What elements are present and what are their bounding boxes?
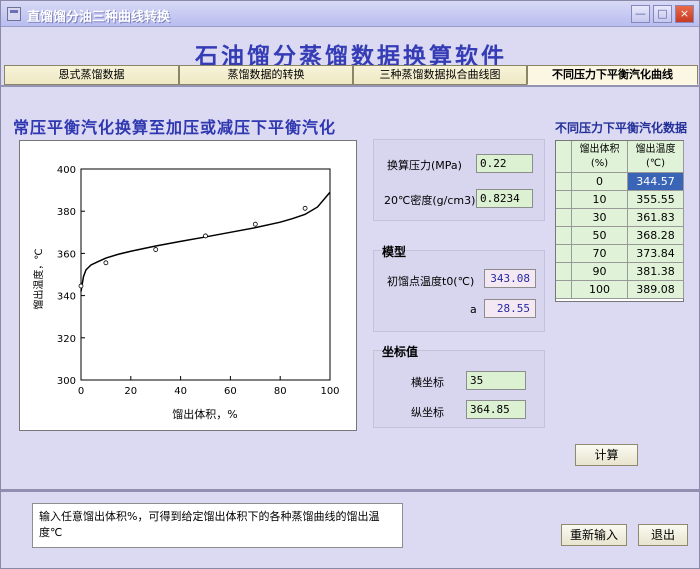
fitted-curve-line	[80, 191, 331, 292]
y-tick-label: 360	[57, 249, 76, 260]
data-point-marker	[78, 283, 84, 289]
table-title: 不同压力下平衡汽化数据	[555, 121, 688, 135]
plot-frame	[80, 168, 331, 381]
data-point-marker	[203, 233, 208, 239]
col-header-temperature: 馏出温度 (℃)	[628, 141, 684, 173]
tab-engler-distillation[interactable]: 恩式蒸馏数据	[4, 65, 179, 85]
a-value: 28.55	[484, 299, 536, 318]
exit-button[interactable]: 退出	[638, 524, 688, 546]
cell-volume[interactable]: 100	[572, 281, 628, 299]
window-title: 直馏馏分油三种曲线转换	[27, 10, 171, 25]
x-coordinate-input[interactable]: 35	[466, 371, 526, 390]
table-corner	[556, 141, 572, 173]
y-tick-label: 300	[57, 376, 76, 387]
cell-volume[interactable]: 70	[572, 245, 628, 263]
tab-divider	[1, 85, 700, 87]
x-tick-label: 100	[320, 386, 339, 397]
title-bar: 直馏馏分油三种曲线转换 — □ ×	[1, 1, 699, 27]
coordinate-group-title: 坐标值	[382, 345, 419, 359]
row-header[interactable]	[556, 173, 572, 191]
cell-temperature[interactable]: 355.55	[628, 191, 684, 209]
t0-value: 343.08	[484, 269, 536, 288]
tab-fit-curves[interactable]: 三种蒸馏数据拟合曲线图	[353, 65, 527, 85]
model-group-title: 模型	[382, 245, 407, 259]
col-header-temperature-line2: (℃)	[645, 158, 666, 169]
data-point-marker	[302, 205, 308, 211]
x-tick-label: 20	[124, 386, 137, 397]
flash-data-table: 馏出体积 (%) 馏出温度 (℃) 0 344.57 10 355.55 30 …	[555, 140, 684, 302]
data-point-marker	[103, 260, 109, 266]
x-tick-label: 80	[274, 386, 287, 397]
app-icon	[7, 7, 21, 21]
col-header-temperature-line1: 馏出温度	[635, 144, 676, 155]
pressure-input[interactable]: 0.22	[476, 154, 533, 173]
col-header-volume-line2: (%)	[590, 158, 609, 169]
bottom-divider	[1, 489, 700, 492]
coordinate-group: 横坐标 35 纵坐标 364.85	[373, 350, 545, 428]
cell-temperature[interactable]: 373.84	[628, 245, 684, 263]
row-header[interactable]	[556, 281, 572, 299]
a-label: a	[470, 303, 477, 316]
close-button[interactable]: ×	[675, 5, 694, 23]
x-tick-label: 0	[78, 386, 84, 397]
row-header[interactable]	[556, 263, 572, 281]
x-axis-label: 馏出体积，%	[172, 407, 237, 421]
cell-temperature[interactable]: 368.28	[628, 227, 684, 245]
info-box: 输入任意馏出体积%，可得到给定馏出体积下的各种蒸馏曲线的馏出温度℃	[32, 503, 403, 548]
minimize-button[interactable]: —	[631, 5, 650, 23]
row-header[interactable]	[556, 245, 572, 263]
x-coordinate-label: 横坐标	[411, 376, 444, 389]
y-tick-label: 320	[57, 334, 76, 345]
y-tick-label: 400	[57, 165, 76, 176]
chart-svg: 0 20 40 60 80 100 300 320 340 360 380 400 馏出体积，% 馏…	[32, 165, 340, 421]
cell-temperature[interactable]: 361.83	[628, 209, 684, 227]
density-input[interactable]: 0.8234	[476, 189, 533, 208]
y-tick-label: 380	[57, 207, 76, 218]
tab-distillation-conversion[interactable]: 蒸馏数据的转换	[179, 65, 353, 85]
y-coordinate-output: 364.85	[466, 400, 526, 419]
cell-volume[interactable]: 90	[572, 263, 628, 281]
maximize-button[interactable]: □	[653, 5, 672, 23]
y-axis-label: 馏出温度，℃	[32, 248, 45, 309]
cell-volume[interactable]: 10	[572, 191, 628, 209]
main-window: 直馏馏分油三种曲线转换 — □ × 石油馏分蒸馏数据换算软件 恩式蒸馏数据 蒸馏…	[0, 0, 700, 569]
pressure-label: 换算压力(MPa)	[387, 159, 462, 172]
data-point-marker	[252, 221, 258, 227]
cell-temperature[interactable]: 389.08	[628, 281, 684, 299]
calculate-button[interactable]: 计算	[575, 444, 638, 466]
y-coordinate-label: 纵坐标	[411, 406, 444, 419]
cell-volume[interactable]: 50	[572, 227, 628, 245]
col-header-volume-line1: 馏出体积	[579, 144, 620, 155]
density-label: 20℃密度(g/cm3)	[384, 194, 476, 207]
cell-temperature[interactable]: 344.57	[628, 173, 684, 191]
pressure-group: 换算压力(MPa) 0.22 20℃密度(g/cm3) 0.8234	[373, 139, 545, 221]
flash-curve-chart: 0 20 40 60 80 100 300 320 340 360 380 400 馏出体积，% 馏…	[19, 140, 357, 431]
row-header[interactable]	[556, 227, 572, 245]
col-header-volume: 馏出体积 (%)	[572, 141, 628, 173]
section-heading: 常压平衡汽化换算至加压或减压下平衡汽化	[13, 118, 337, 137]
cell-volume[interactable]: 30	[572, 209, 628, 227]
row-header[interactable]	[556, 209, 572, 227]
x-tick-label: 40	[174, 386, 187, 397]
x-tick-label: 60	[224, 386, 237, 397]
t0-label: 初馏点温度t0(℃)	[387, 275, 475, 288]
cell-temperature[interactable]: 381.38	[628, 263, 684, 281]
data-point-marker	[153, 247, 159, 252]
reinput-button[interactable]: 重新输入	[561, 524, 627, 546]
tab-bar: 恩式蒸馏数据 蒸馏数据的转换 三种蒸馏数据拟合曲线图 不同压力下平衡汽化曲线	[4, 65, 698, 85]
model-group: 初馏点温度t0(℃) 343.08 a 28.55	[373, 250, 545, 332]
tab-pressure-flash-curve[interactable]: 不同压力下平衡汽化曲线	[527, 65, 698, 85]
row-header[interactable]	[556, 191, 572, 209]
y-tick-label: 340	[57, 292, 76, 303]
cell-volume[interactable]: 0	[572, 173, 628, 191]
